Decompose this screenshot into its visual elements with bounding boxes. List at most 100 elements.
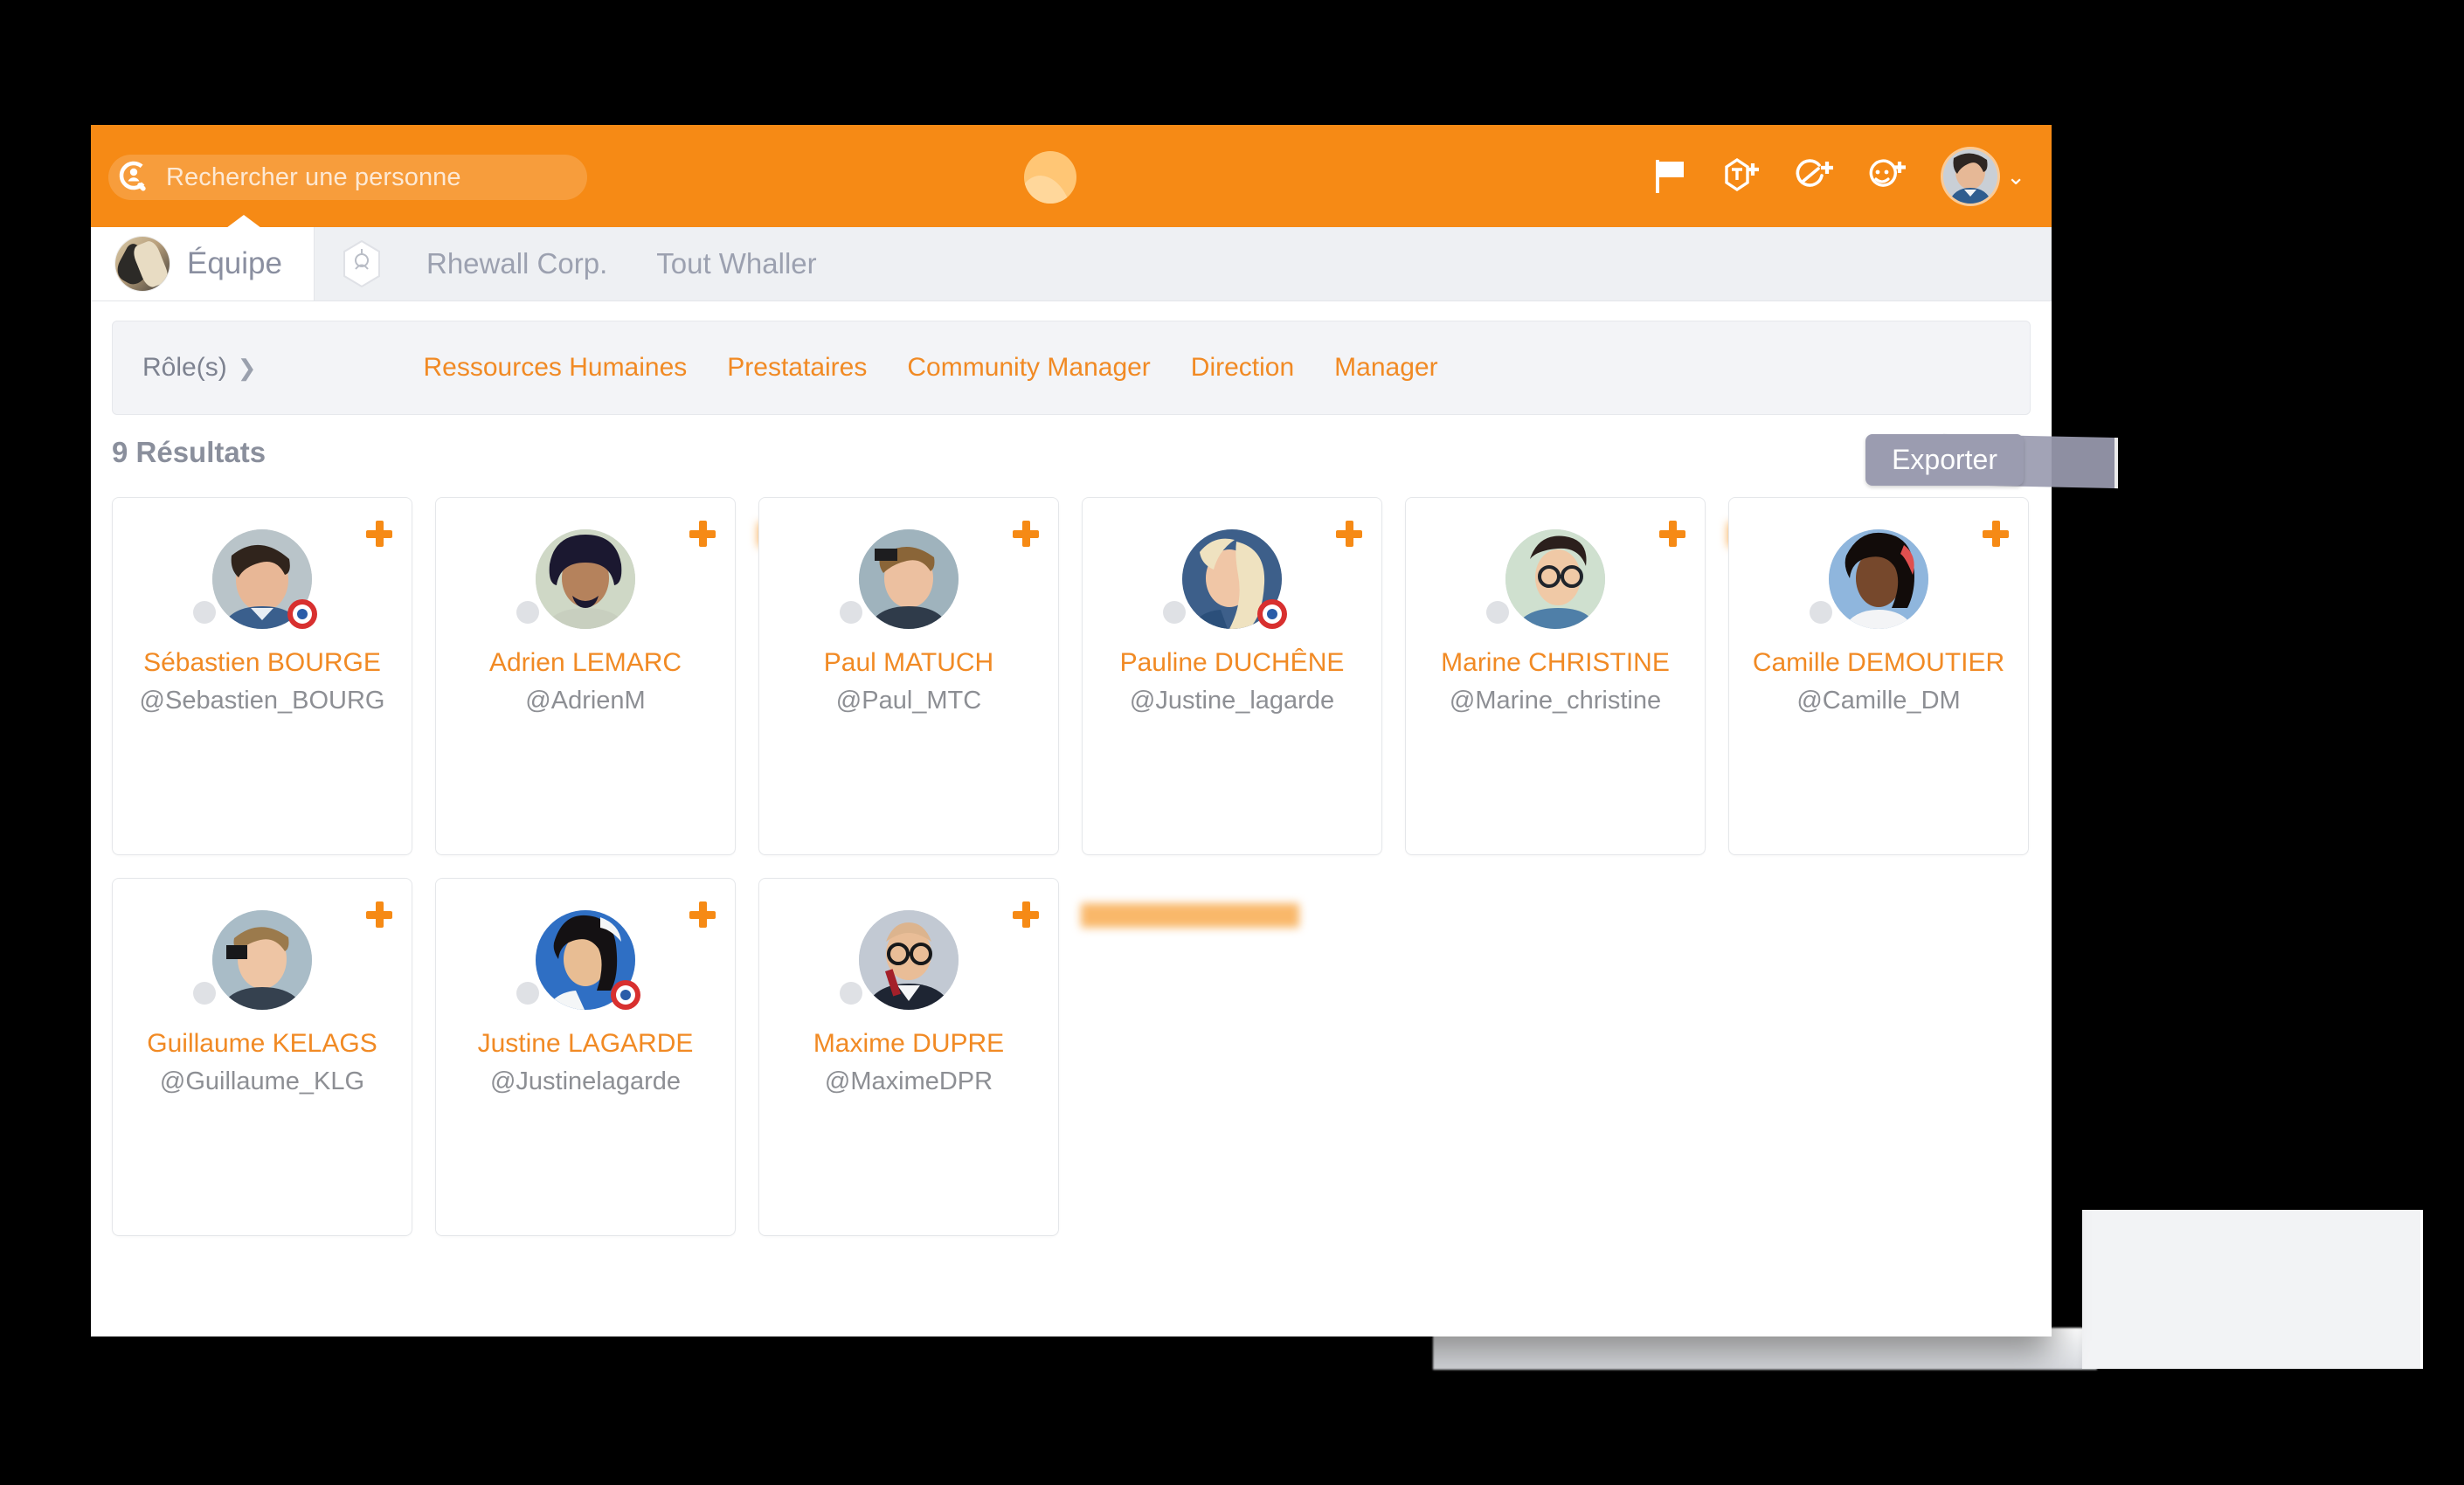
- person-handle: @Justine_lagarde: [1129, 687, 1335, 715]
- filter-bar: Rôle(s) ❯ Ressources Humaines Prestataire…: [112, 321, 2031, 415]
- person-card[interactable]: Sébastien BOURGE @Sebastien_BOURG: [112, 497, 412, 855]
- status-dot-offline: [840, 982, 862, 1005]
- person-handle: @Justinelagarde: [489, 1067, 682, 1095]
- person-handle: @Guillaume_KLG: [159, 1067, 365, 1095]
- add-person-icon[interactable]: [1336, 521, 1362, 547]
- add-circle-icon[interactable]: [1791, 154, 1837, 199]
- person-name[interactable]: Camille DEMOUTIER: [1729, 648, 2028, 678]
- person-handle: @AdrienM: [525, 687, 646, 715]
- role-4[interactable]: Manager: [1314, 353, 1457, 383]
- tab-group: Rhewall Corp. Tout Whaller: [313, 227, 2052, 300]
- search-placeholder: Rechercher une personne: [166, 162, 461, 191]
- add-person-icon[interactable]: [689, 521, 716, 547]
- status-dot-offline: [193, 982, 216, 1005]
- avatar: [536, 529, 635, 629]
- page-content: Rôle(s) ❯ Ressources Humaines Prestataire…: [91, 321, 2118, 1236]
- background-window-panel: [2082, 1210, 2423, 1369]
- status-dot-offline: [193, 601, 216, 624]
- add-person-icon[interactable]: [1659, 521, 1685, 547]
- avatar-area: [1163, 529, 1287, 629]
- top-bar-actions: ⌄: [1648, 125, 2025, 227]
- add-contact-icon[interactable]: [1863, 154, 1908, 199]
- avatar-area: [516, 529, 635, 629]
- status-dot-offline: [840, 601, 862, 624]
- add-sphere-icon[interactable]: [1720, 154, 1765, 199]
- status-dot-offline: [516, 982, 539, 1005]
- avatar: [859, 910, 959, 1010]
- status-dot-offline: [516, 601, 539, 624]
- role-2[interactable]: Community Manager: [887, 353, 1170, 383]
- add-person-icon[interactable]: [689, 901, 716, 928]
- person-card[interactable]: Justine LAGARDE @Justinelagarde: [435, 878, 736, 1236]
- app-window: Rechercher une personne ⌄ Équipe Rhewall…: [91, 125, 2118, 1336]
- person-name[interactable]: Guillaume KELAGS: [113, 1029, 412, 1059]
- export-button[interactable]: Exporter: [1865, 434, 2024, 486]
- person-name[interactable]: Maxime DUPRE: [759, 1029, 1058, 1059]
- whaller-logo-icon: [1024, 151, 1076, 204]
- avatar-area: [840, 529, 959, 629]
- flag-icon[interactable]: [1648, 154, 1693, 199]
- role-0[interactable]: Ressources Humaines: [403, 353, 707, 383]
- person-card[interactable]: Guillaume KELAGS @Guillaume_KLG: [112, 878, 412, 1236]
- person-card[interactable]: Camille DEMOUTIER @Camille_DM: [1728, 497, 2029, 855]
- person-card[interactable]: Paul MATUCH @Paul_MTC: [758, 497, 1059, 855]
- avatar: [212, 910, 312, 1010]
- person-handle: @Camille_DM: [1796, 687, 1961, 715]
- status-dot-offline: [1810, 601, 1832, 624]
- avatar-area: [516, 910, 640, 1010]
- add-person-icon[interactable]: [366, 901, 392, 928]
- avatar: [859, 529, 959, 629]
- person-handle: @Paul_MTC: [835, 687, 982, 715]
- add-person-icon[interactable]: [1013, 901, 1039, 928]
- tab-equipe[interactable]: Équipe: [91, 227, 314, 300]
- roles-filter-label: Rôle(s): [142, 353, 227, 382]
- person-card[interactable]: Adrien LEMARC @AdrienM: [435, 497, 854, 855]
- equipe-avatar: [115, 237, 170, 291]
- results-header: 9 Résultats Exporter: [112, 415, 2118, 490]
- person-handle: @MaximeDPR: [824, 1067, 993, 1095]
- avatar-area: [193, 529, 317, 629]
- results-count: 9 Résultats: [112, 436, 266, 468]
- avatar-area: [1486, 529, 1605, 629]
- verified-cocarde-icon: [287, 599, 317, 629]
- people-grid: Sébastien BOURGE @Sebastien_BOURG Adrien L…: [112, 497, 2031, 1236]
- person-handle: @Marine_christine: [1449, 687, 1662, 715]
- chevron-down-icon[interactable]: ⌄: [2006, 165, 2025, 188]
- role-1[interactable]: Prestataires: [707, 353, 887, 383]
- verified-cocarde-icon: [611, 980, 640, 1010]
- person-name[interactable]: Paul MATUCH: [759, 648, 1058, 678]
- role-3[interactable]: Direction: [1171, 353, 1314, 383]
- top-bar: Rechercher une personne ⌄: [91, 125, 2052, 227]
- tab-rhewall-corp[interactable]: Rhewall Corp.: [402, 247, 632, 280]
- status-dot-offline: [1163, 601, 1186, 624]
- user-avatar[interactable]: [1943, 148, 1998, 204]
- status-dot-offline: [1486, 601, 1509, 624]
- avatar-area: [193, 910, 312, 1010]
- person-name[interactable]: Pauline DUCHÊNE: [1083, 648, 1381, 678]
- tab-tout-whaller[interactable]: Tout Whaller: [632, 247, 841, 280]
- role-list: Ressources Humaines Prestataires Community…: [403, 353, 1457, 383]
- add-person-icon[interactable]: [366, 521, 392, 547]
- card-tooltip-highlight: [1081, 903, 1299, 928]
- person-name[interactable]: Adrien LEMARC: [436, 648, 735, 678]
- person-card[interactable]: Maxime DUPRE @MaximeDPR: [758, 878, 1299, 1236]
- person-search-icon: [117, 159, 154, 196]
- person-name[interactable]: Sébastien BOURGE: [113, 648, 412, 678]
- avatar-area: [840, 910, 959, 1010]
- person-card[interactable]: Pauline DUCHÊNE @Justine_lagarde: [1082, 497, 1382, 855]
- roles-filter-toggle[interactable]: Rôle(s) ❯: [113, 353, 256, 383]
- avatar-area: [1810, 529, 1928, 629]
- add-person-icon[interactable]: [1983, 521, 2009, 547]
- search-field[interactable]: Rechercher une personne: [108, 155, 587, 200]
- person-handle: @Sebastien_BOURG: [139, 687, 385, 715]
- person-card[interactable]: Marine CHRISTINE @Marine_christine: [1405, 497, 1858, 855]
- person-name[interactable]: Marine CHRISTINE: [1406, 648, 1705, 678]
- person-name[interactable]: Justine LAGARDE: [436, 1029, 735, 1059]
- verified-cocarde-icon: [1257, 599, 1287, 629]
- add-person-icon[interactable]: [1013, 521, 1039, 547]
- chevron-right-icon: ❯: [237, 354, 257, 381]
- hexagon-logo-icon: [341, 239, 383, 288]
- tab-strip: Équipe Rhewall Corp. Tout Whaller: [91, 215, 2052, 301]
- user-menu[interactable]: ⌄: [1943, 148, 2025, 204]
- avatar: [1505, 529, 1605, 629]
